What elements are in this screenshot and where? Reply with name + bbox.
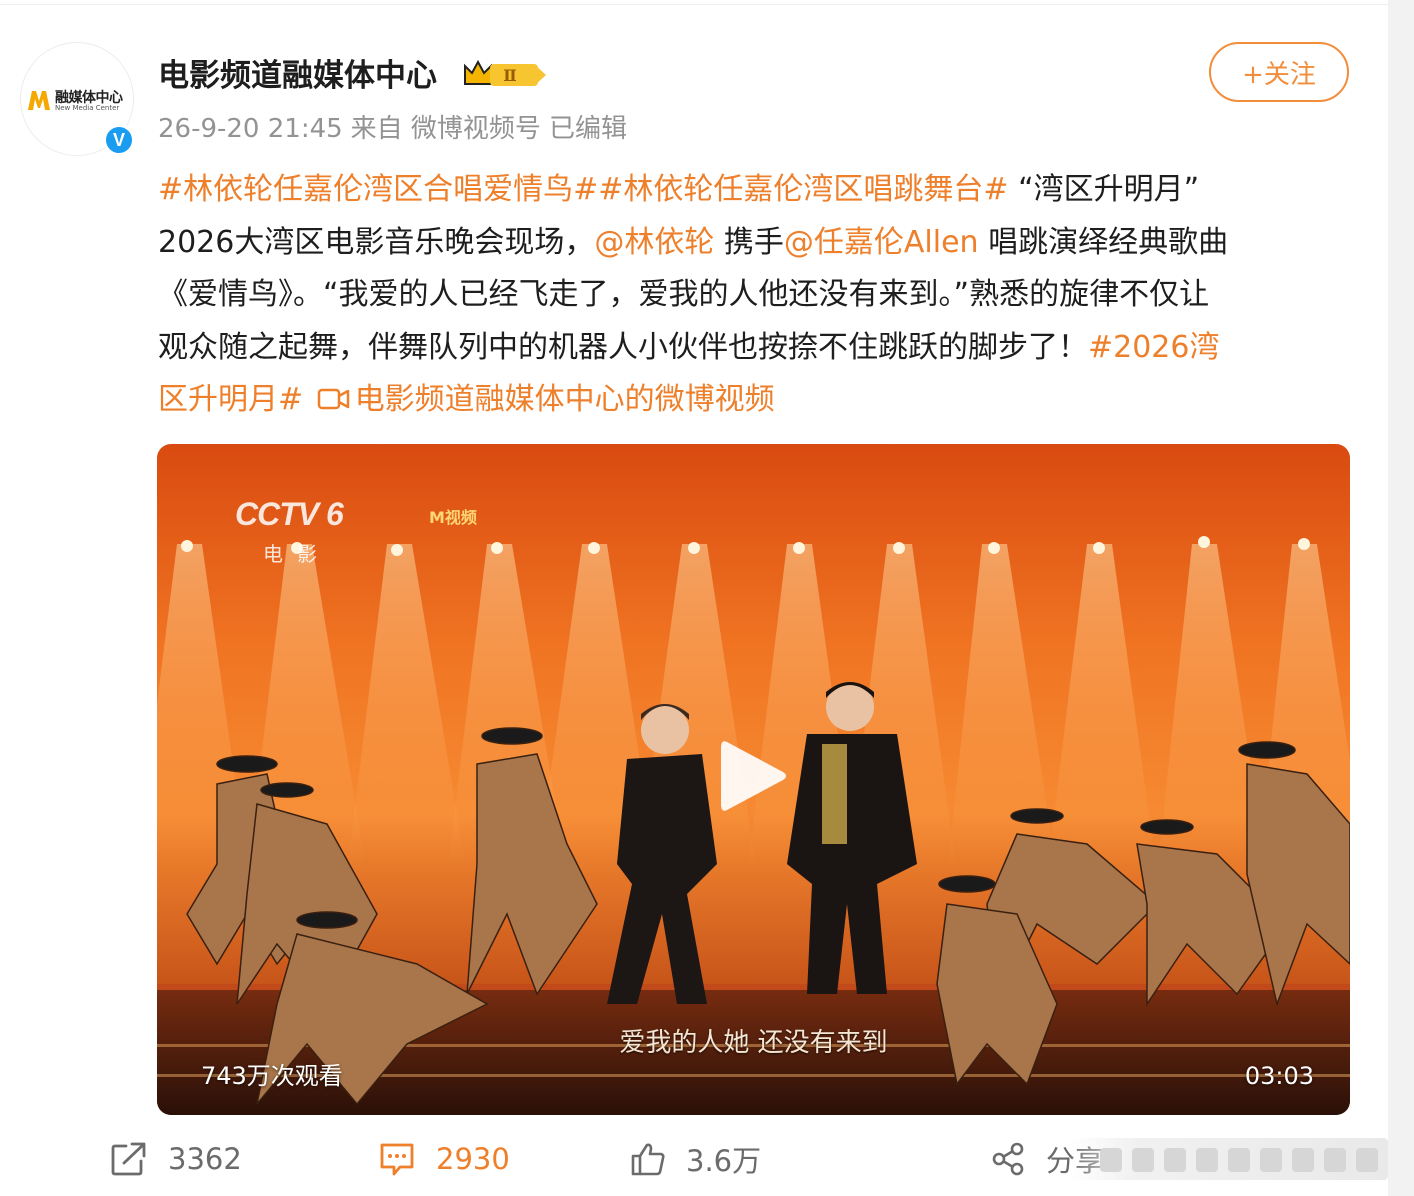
post-text-segment: 观众随之起舞，伴舞队列中的机器人小伙伴也按捺不住跳跃的脚步了！ bbox=[158, 329, 1088, 365]
crown-badge-icon[interactable]: Ⅱ bbox=[462, 58, 548, 90]
avatar-sublabel: New Media Center bbox=[55, 104, 120, 112]
post-text-segment: 携手 bbox=[714, 224, 784, 260]
repost-icon bbox=[111, 1142, 146, 1176]
badge-level: Ⅱ bbox=[503, 66, 516, 85]
post-text-segment: 唱跳演绎经典歌曲 bbox=[978, 224, 1229, 260]
post-line: 观众随之起舞，伴舞队列中的机器人小伙伴也按捺不住跳跃的脚步了！#2026湾 bbox=[158, 322, 1358, 375]
like-count: 3.6万 bbox=[686, 1144, 762, 1178]
hashtag-link[interactable]: 区升明月# bbox=[158, 382, 303, 417]
thumbs-up-icon bbox=[631, 1143, 665, 1176]
hashtag-link[interactable]: #2026湾 bbox=[1088, 330, 1219, 365]
post-line: 区升明月# 电影频道融媒体中心的微博视频 bbox=[158, 374, 1358, 427]
scrollbar[interactable] bbox=[1388, 0, 1414, 1196]
comment-icon bbox=[380, 1143, 414, 1176]
m-logo-icon bbox=[28, 91, 50, 110]
hashtag-link[interactable]: #林依轮任嘉伦湾区合唱爱情鸟# bbox=[158, 172, 598, 207]
mention-link[interactable]: @林依轮 bbox=[594, 225, 714, 260]
share-icon bbox=[992, 1142, 1024, 1176]
post-text-segment: 2026大湾区电影音乐晚会现场， bbox=[158, 224, 595, 260]
repost-button[interactable]: 3362 bbox=[110, 1136, 242, 1182]
view-count: 743万次观看 bbox=[201, 1062, 343, 1090]
post-line: 2026大湾区电影音乐晚会现场，@林依轮 携手@任嘉伦Allen 唱跳演绎经典歌… bbox=[158, 217, 1358, 270]
post-line: 《爱情鸟》。“我爱的人已经飞走了，爱我的人他还没有来到。”熟悉的旋律不仅让 bbox=[158, 277, 1210, 312]
hashtag-link[interactable]: #林依轮任嘉伦湾区唱跳舞台# bbox=[598, 172, 1008, 207]
account-name[interactable]: 电影频道融媒体中心 bbox=[158, 50, 437, 95]
channel-sub-logo: 电影 bbox=[263, 542, 331, 566]
edited-label[interactable]: 已编辑 bbox=[549, 114, 627, 144]
source: 来自 微博视频号 bbox=[350, 114, 541, 144]
lamp-row bbox=[181, 536, 1310, 556]
post-text-segment: “湾区升明月” bbox=[1008, 172, 1200, 207]
blurred-watermark bbox=[1070, 1138, 1388, 1180]
verified-icon: V bbox=[103, 124, 135, 156]
video-player[interactable]: CCTV 6 电影 M视频 爱我的人她 还没有来到 743万次观看 03:03 bbox=[157, 444, 1350, 1115]
post-meta: 26-9-20 21:45 来自 微博视频号 已编辑 bbox=[158, 108, 635, 145]
follow-button[interactable]: +关注 bbox=[1209, 42, 1349, 102]
post-line: #林依轮任嘉伦湾区合唱爱情鸟##林依轮任嘉伦湾区唱跳舞台# “湾区升明月” bbox=[158, 164, 1358, 217]
avatar-logo: 融媒体中心 New Media Center bbox=[27, 87, 131, 117]
video-duration: 03:03 bbox=[1244, 1062, 1314, 1090]
timestamp[interactable]: 26-9-20 21:45 bbox=[158, 114, 343, 144]
like-button[interactable]: 3.6万 bbox=[630, 1136, 761, 1182]
comment-count: 2930 bbox=[436, 1142, 510, 1176]
post-text: #林依轮任嘉伦湾区合唱爱情鸟##林依轮任嘉伦湾区唱跳舞台# “湾区升明月” 20… bbox=[158, 164, 1358, 427]
video-camera-icon bbox=[317, 388, 349, 410]
play-icon[interactable] bbox=[717, 736, 789, 816]
comment-button[interactable]: 2930 bbox=[378, 1136, 510, 1182]
video-link[interactable]: 电影频道融媒体中心的微博视频 bbox=[355, 382, 775, 417]
repost-count: 3362 bbox=[168, 1142, 242, 1176]
mention-link[interactable]: @任嘉伦Allen bbox=[784, 225, 979, 260]
video-subtitle: 爱我的人她 还没有来到 bbox=[619, 1028, 888, 1058]
app-watermark: M视频 bbox=[429, 508, 477, 527]
top-divider bbox=[0, 4, 1388, 5]
channel-logo: CCTV 6 bbox=[235, 496, 344, 532]
